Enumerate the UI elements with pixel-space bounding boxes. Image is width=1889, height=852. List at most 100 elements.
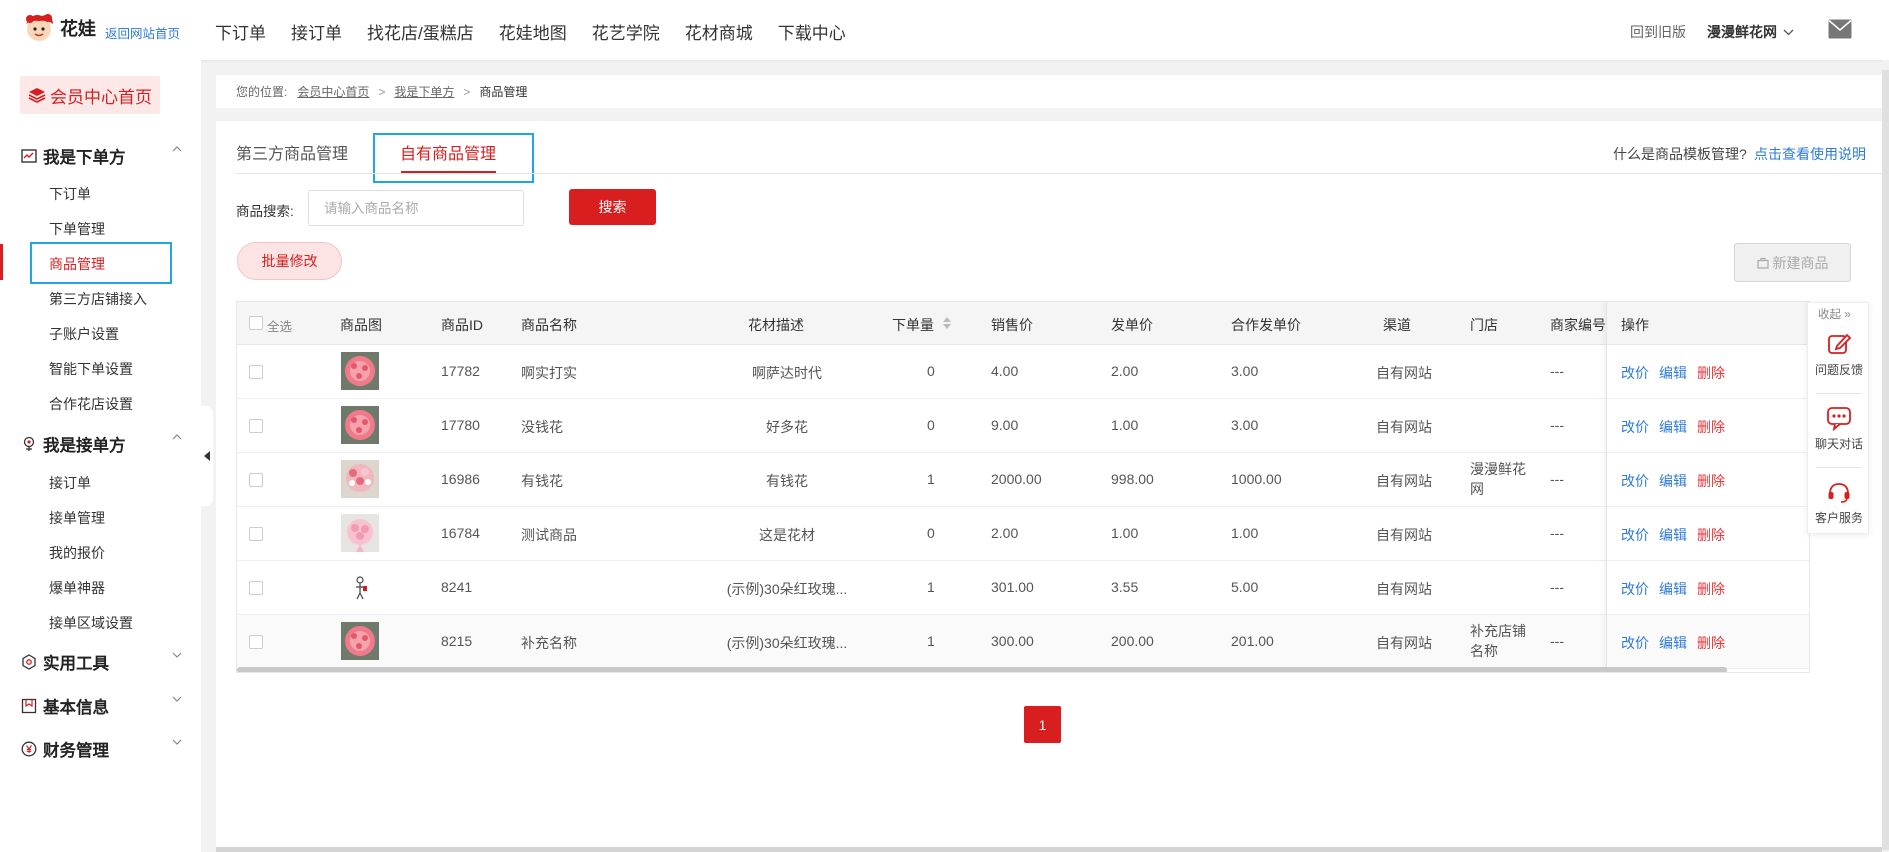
sidebar-item-partner-shops[interactable]: 合作花店设置 (49, 394, 133, 414)
delete-link[interactable]: 删除 (1697, 579, 1725, 599)
change-price-link[interactable]: 改价 (1621, 633, 1649, 653)
sidebar-item-my-quotes[interactable]: 我的报价 (49, 543, 105, 563)
table-row: 17780 没钱花 好多花 0 9.00 1.00 3.00 自有网站 --- (237, 399, 1809, 453)
change-price-link[interactable]: 改价 (1621, 471, 1649, 491)
edit-link[interactable]: 编辑 (1659, 363, 1687, 383)
nav-find-shop[interactable]: 找花店/蛋糕店 (367, 19, 474, 44)
section-basic-info-label: 基本信息 (43, 699, 109, 717)
help-link[interactable]: 点击查看使用说明 (1754, 144, 1866, 164)
product-thumbnail[interactable] (341, 460, 379, 498)
highlight-box (373, 133, 534, 183)
scrollbar-thumb[interactable] (1882, 70, 1889, 850)
breadcrumb-separator: > (463, 84, 471, 99)
sidebar-item-product-management[interactable]: 商品管理 (49, 254, 105, 274)
customer-service-button[interactable]: 客户服务 (1808, 479, 1870, 549)
cell-store: 补充店铺名称 (1470, 623, 1526, 659)
product-thumbnail[interactable] (341, 514, 379, 552)
chart-window-icon (20, 147, 38, 165)
edit-link[interactable]: 编辑 (1659, 525, 1687, 545)
sidebar-item-place-order[interactable]: 下订单 (49, 184, 91, 204)
old-version-link[interactable]: 回到旧版 (1630, 22, 1686, 42)
change-price-link[interactable]: 改价 (1621, 417, 1649, 437)
nav-place-order[interactable]: 下订单 (215, 19, 266, 44)
nav-receive-order[interactable]: 接订单 (291, 19, 342, 44)
nav-map[interactable]: 花娃地图 (499, 19, 567, 44)
help-question: 什么是商品模板管理? (1613, 146, 1747, 162)
edit-link[interactable]: 编辑 (1659, 417, 1687, 437)
change-price-link[interactable]: 改价 (1621, 579, 1649, 599)
cell-merchant-no: --- (1550, 363, 1564, 379)
header-coop-price: 合作发单价 (1231, 317, 1301, 333)
row-checkbox[interactable] (249, 635, 263, 649)
sidebar-collapse-handle[interactable] (201, 406, 213, 506)
feedback-button[interactable]: 问题反馈 (1808, 331, 1870, 401)
sidebar-item-third-party-store[interactable]: 第三方店铺接入 (49, 289, 147, 309)
product-thumbnail[interactable] (341, 568, 379, 606)
section-tools[interactable]: 实用工具 (20, 650, 182, 674)
edit-link[interactable]: 编辑 (1659, 579, 1687, 599)
delete-link[interactable]: 删除 (1697, 525, 1725, 545)
sort-icon[interactable] (943, 317, 951, 329)
delete-link[interactable]: 删除 (1697, 633, 1725, 653)
breadcrumb-member-home[interactable]: 会员中心首页 (297, 83, 369, 100)
cell-send-price: 200.00 (1111, 633, 1154, 649)
sidebar-item-smart-order[interactable]: 智能下单设置 (49, 359, 133, 379)
back-to-home-link[interactable]: 返回网站首页 (105, 23, 180, 42)
delete-link[interactable]: 删除 (1697, 363, 1725, 383)
breadcrumb-ordering[interactable]: 我是下单方 (394, 83, 454, 100)
cell-sale-price: 2.00 (991, 525, 1019, 541)
mail-icon[interactable] (1828, 19, 1852, 39)
sidebar-item-sub-accounts[interactable]: 子账户设置 (49, 324, 119, 344)
change-price-link[interactable]: 改价 (1621, 363, 1649, 383)
top-navbar: 花娃 返回网站首页 下订单 接订单 找花店/蛋糕店 花娃地图 花艺学院 花材商城… (0, 0, 1889, 60)
member-center-home-button[interactable]: 会员中心首页 (20, 76, 160, 114)
page-1-button[interactable]: 1 (1024, 706, 1061, 743)
product-thumbnail[interactable] (341, 622, 379, 660)
edit-link[interactable]: 编辑 (1659, 471, 1687, 491)
header-order-qty[interactable]: 下单量 (892, 315, 934, 335)
cell-channel: 自有网站 (1376, 581, 1432, 597)
nav-download[interactable]: 下载中心 (778, 19, 846, 44)
row-checkbox[interactable] (249, 365, 263, 379)
user-menu[interactable]: 漫漫鲜花网 (1707, 22, 1794, 42)
fold-panel-button[interactable]: 收起 » (1818, 306, 1851, 322)
select-all-checkbox[interactable] (249, 316, 263, 330)
section-basic-info[interactable]: 基本信息 (20, 694, 182, 718)
delete-link[interactable]: 删除 (1697, 417, 1725, 437)
cell-coop-price: 5.00 (1231, 579, 1259, 595)
cell-id: 17780 (441, 417, 480, 433)
sidebar-item-receive-order[interactable]: 接订单 (49, 473, 91, 493)
site-logo[interactable]: 花娃 (22, 12, 96, 44)
section-ordering[interactable]: 我是下单方 (20, 144, 182, 168)
sidebar-item-area-settings[interactable]: 接单区域设置 (49, 613, 133, 633)
cell-merchant-no: --- (1550, 525, 1564, 541)
horizontal-scrollbar[interactable] (237, 667, 1727, 672)
chat-button[interactable]: 聊天对话 (1808, 405, 1870, 475)
product-search-input[interactable] (308, 190, 524, 226)
sidebar-item-boost-tool[interactable]: 爆单神器 (49, 578, 105, 598)
bottom-scrollbar[interactable] (216, 847, 1889, 852)
nav-academy[interactable]: 花艺学院 (592, 19, 660, 44)
search-button[interactable]: 搜索 (569, 189, 656, 225)
cell-sale-price: 9.00 (991, 417, 1019, 433)
product-thumbnail[interactable] (341, 352, 379, 390)
batch-edit-button[interactable]: 批量修改 (237, 242, 342, 280)
table-row: 16784 测试商品 这是花材 0 2.00 1.00 1.00 自有网站 --… (237, 507, 1809, 561)
cell-name: 啊实打实 (521, 365, 577, 381)
change-price-link[interactable]: 改价 (1621, 525, 1649, 545)
row-checkbox[interactable] (249, 527, 263, 541)
section-finance[interactable]: 财务管理 (20, 737, 182, 761)
nav-mall[interactable]: 花材商城 (685, 19, 753, 44)
new-product-button[interactable]: 新建商品 (1734, 243, 1851, 282)
delete-link[interactable]: 删除 (1697, 471, 1725, 491)
tab-third-party-products[interactable]: 第三方商品管理 (236, 140, 348, 164)
row-checkbox[interactable] (249, 419, 263, 433)
edit-link[interactable]: 编辑 (1659, 633, 1687, 653)
sidebar-item-receive-management[interactable]: 接单管理 (49, 508, 105, 528)
page-vertical-scrollbar[interactable] (1882, 60, 1889, 852)
product-thumbnail[interactable] (341, 406, 379, 444)
sidebar-item-order-management[interactable]: 下单管理 (49, 219, 105, 239)
row-checkbox[interactable] (249, 473, 263, 487)
row-checkbox[interactable] (249, 581, 263, 595)
section-receiving[interactable]: 我是接单方 (20, 432, 182, 456)
